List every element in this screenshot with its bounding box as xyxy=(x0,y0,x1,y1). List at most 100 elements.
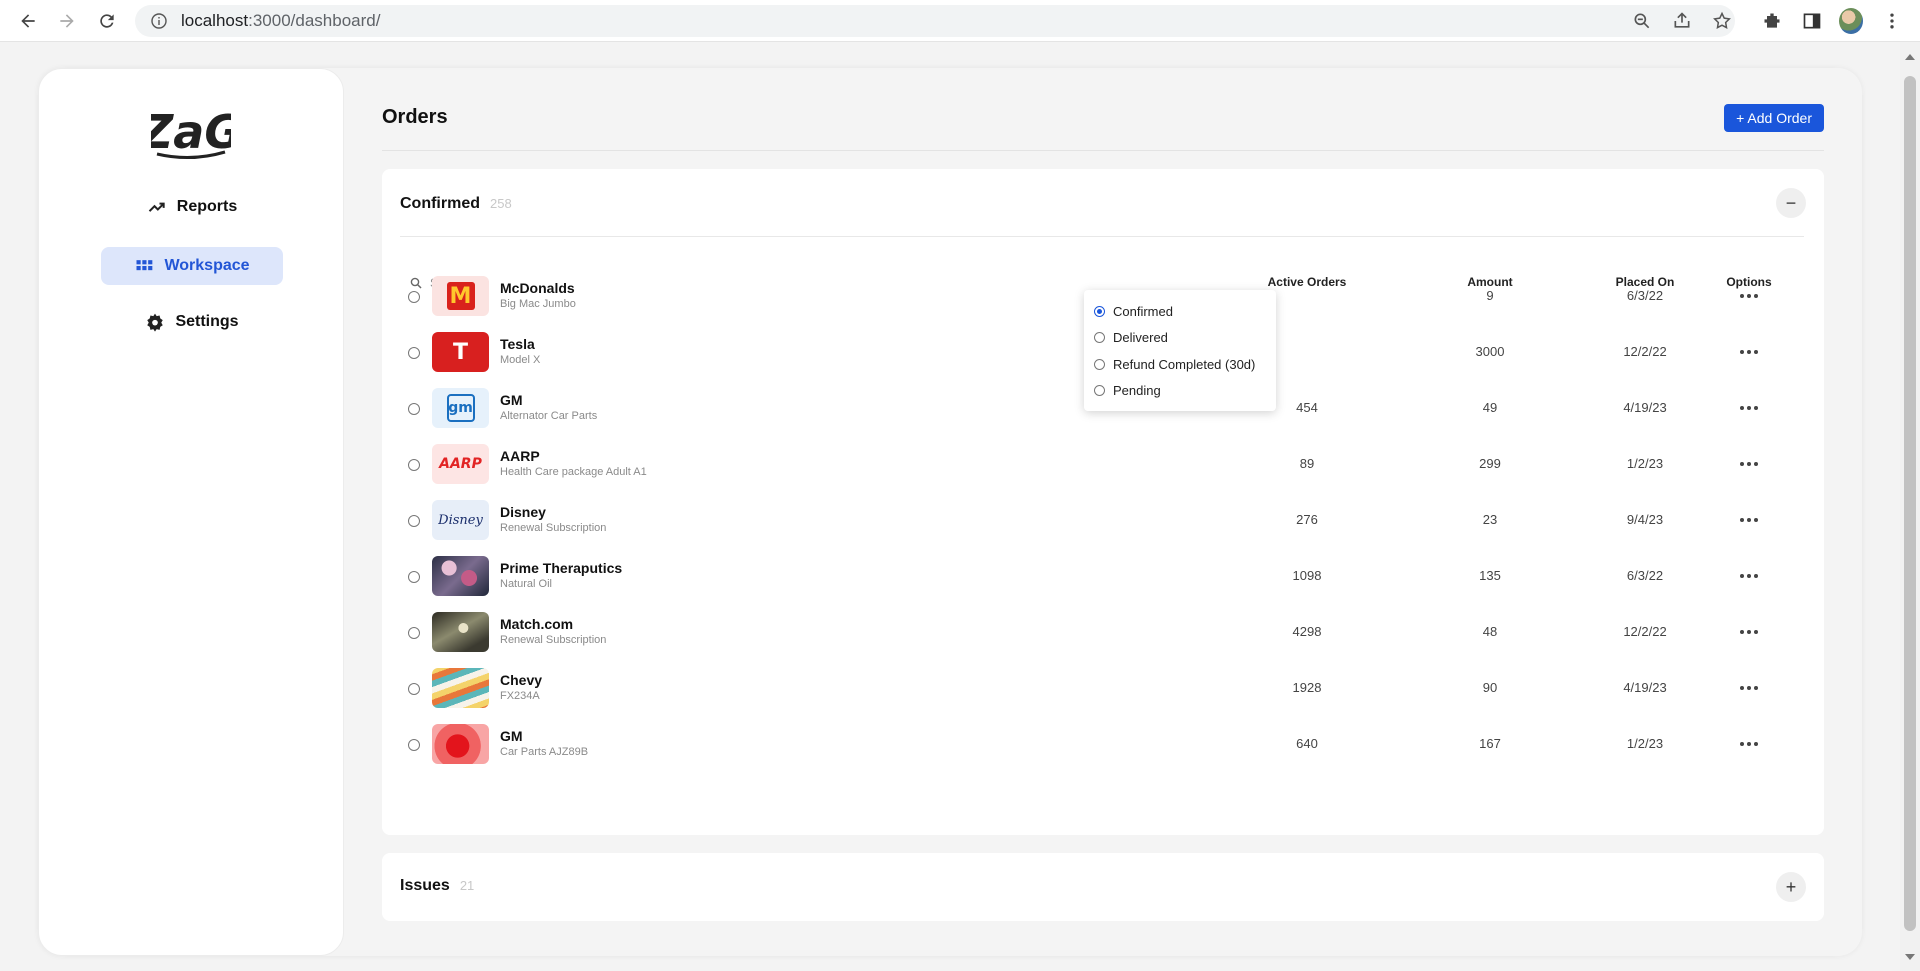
active-orders-cell: 640 xyxy=(1296,736,1318,751)
more-options-icon[interactable] xyxy=(1734,396,1764,420)
amount-cell: 23 xyxy=(1482,512,1498,527)
placed-on-cell: 12/2/22 xyxy=(1623,344,1667,359)
svg-text:ZaG: ZaG xyxy=(151,105,231,159)
table-row[interactable]: GM Car Parts AJZ89B 640 167 1/2/23 xyxy=(382,716,1824,772)
issues-header[interactable]: Issues 21 xyxy=(400,877,474,895)
amount-cell: 90 xyxy=(1482,680,1498,695)
placed-on-cell: 1/2/23 xyxy=(1626,736,1664,751)
divider xyxy=(400,236,1804,237)
company-logo: M xyxy=(432,276,489,316)
status-option-confirmed[interactable]: Confirmed xyxy=(1094,298,1276,325)
amount-cell: 135 xyxy=(1479,568,1501,583)
radio-button[interactable] xyxy=(1094,358,1105,370)
zoom-icon[interactable] xyxy=(1630,9,1654,33)
placed-on-cell: 1/2/23 xyxy=(1626,456,1664,471)
row-select-radio[interactable] xyxy=(408,683,420,695)
row-select-radio[interactable] xyxy=(408,347,420,359)
company-logo xyxy=(432,668,489,708)
radio-button[interactable] xyxy=(1094,385,1105,397)
more-options-icon[interactable] xyxy=(1734,508,1764,532)
row-select-radio[interactable] xyxy=(408,571,420,583)
section-count: 21 xyxy=(459,878,475,893)
more-options-icon[interactable] xyxy=(1734,452,1764,476)
page-title: Orders xyxy=(382,106,448,128)
placed-on-cell: 4/19/23 xyxy=(1623,680,1667,695)
status-option-pending[interactable]: Pending xyxy=(1094,378,1276,405)
share-icon[interactable] xyxy=(1670,9,1694,33)
side-panel-icon[interactable] xyxy=(1800,9,1824,33)
minus-icon: − xyxy=(1785,192,1797,213)
amount-cell: 167 xyxy=(1479,736,1501,751)
more-options-icon[interactable] xyxy=(1734,676,1764,700)
section-title: Issues xyxy=(400,877,450,894)
collapse-button[interactable]: − xyxy=(1776,188,1806,218)
reload-icon[interactable] xyxy=(95,9,119,33)
row-select-radio[interactable] xyxy=(408,291,420,303)
sidebar: ZaG Reports Workspace Settings xyxy=(38,68,344,956)
sidebar-item-reports[interactable]: Reports xyxy=(101,188,283,226)
row-select-radio[interactable] xyxy=(408,739,420,751)
table-row[interactable]: Prime Theraputics Natural Oil 1098 135 6/3/2… xyxy=(382,548,1824,604)
company-name: Tesla xyxy=(500,336,535,352)
order-description: Health Care package Adult A1 xyxy=(500,466,647,478)
order-description: Model X xyxy=(500,354,541,366)
status-option-refund-completed[interactable]: Refund Completed (30d) xyxy=(1094,351,1276,378)
order-description: Big Mac Jumbo xyxy=(500,298,576,310)
amount-cell: 299 xyxy=(1479,456,1501,471)
section-title: Confirmed xyxy=(400,195,480,212)
company-logo xyxy=(432,612,489,652)
scroll-down-arrow-icon[interactable] xyxy=(1905,954,1915,960)
order-description: Natural Oil xyxy=(500,578,552,590)
confirmed-header[interactable]: Confirmed 258 xyxy=(400,195,512,213)
status-option-label: Refund Completed (30d) xyxy=(1113,356,1256,372)
radio-button[interactable] xyxy=(1094,305,1105,317)
expand-button[interactable]: + xyxy=(1776,872,1806,902)
amount-cell: 49 xyxy=(1482,400,1498,415)
grid-icon xyxy=(136,260,153,271)
company-name: Prime Theraputics xyxy=(500,560,623,576)
bookmark-star-icon[interactable] xyxy=(1710,9,1734,33)
order-description: Renewal Subscription xyxy=(500,522,607,534)
zag-logo[interactable]: ZaG xyxy=(151,104,231,160)
table-row[interactable]: Match.com Renewal Subscription 4298 48 12/2/… xyxy=(382,604,1824,660)
radio-button[interactable] xyxy=(1094,332,1105,344)
gear-icon xyxy=(147,313,164,332)
scroll-up-arrow-icon[interactable] xyxy=(1905,54,1915,60)
more-options-icon[interactable] xyxy=(1734,564,1764,588)
row-select-radio[interactable] xyxy=(408,515,420,527)
forward-arrow-icon[interactable] xyxy=(55,9,79,33)
company-name: GM xyxy=(500,392,523,408)
more-options-icon[interactable] xyxy=(1734,284,1764,308)
back-arrow-icon[interactable] xyxy=(16,9,40,33)
table-row[interactable]: AARP AARP Health Care package Adult A1 89 29… xyxy=(382,436,1824,492)
placed-on-cell: 6/3/22 xyxy=(1626,568,1664,583)
site-info-icon[interactable] xyxy=(151,13,167,29)
company-logo: gm xyxy=(432,388,489,428)
browser-menu-icon[interactable] xyxy=(1880,9,1904,33)
sidebar-item-label: Reports xyxy=(176,198,238,215)
profile-avatar[interactable] xyxy=(1839,8,1863,34)
company-logo: T xyxy=(432,332,489,372)
address-bar[interactable]: localhost:3000/dashboard/ xyxy=(135,5,1735,37)
more-options-icon[interactable] xyxy=(1734,732,1764,756)
extensions-icon[interactable] xyxy=(1760,9,1784,33)
sidebar-item-workspace[interactable]: Workspace xyxy=(101,247,283,285)
status-option-delivered[interactable]: Delivered xyxy=(1094,325,1276,352)
sidebar-item-settings[interactable]: Settings xyxy=(101,303,283,341)
amount-cell: 3000 xyxy=(1475,344,1505,359)
row-select-radio[interactable] xyxy=(408,459,420,471)
page-scrollbar[interactable] xyxy=(1900,42,1920,971)
table-row[interactable]: Disney Disney Renewal Subscription 276 23 9/4… xyxy=(382,492,1824,548)
add-order-button[interactable]: + Add Order xyxy=(1724,104,1824,132)
placed-on-cell: 12/2/22 xyxy=(1623,624,1667,639)
more-options-icon[interactable] xyxy=(1734,340,1764,364)
row-select-radio[interactable] xyxy=(408,403,420,415)
more-options-icon[interactable] xyxy=(1734,620,1764,644)
divider xyxy=(382,150,1824,151)
table-row[interactable]: Chevy FX234A 1928 90 4/19/23 xyxy=(382,660,1824,716)
scroll-thumb[interactable] xyxy=(1904,76,1916,931)
order-description: Alternator Car Parts xyxy=(500,410,598,422)
amount-cell: 9 xyxy=(1486,288,1494,303)
row-select-radio[interactable] xyxy=(408,627,420,639)
order-description: Car Parts AJZ89B xyxy=(500,746,589,758)
